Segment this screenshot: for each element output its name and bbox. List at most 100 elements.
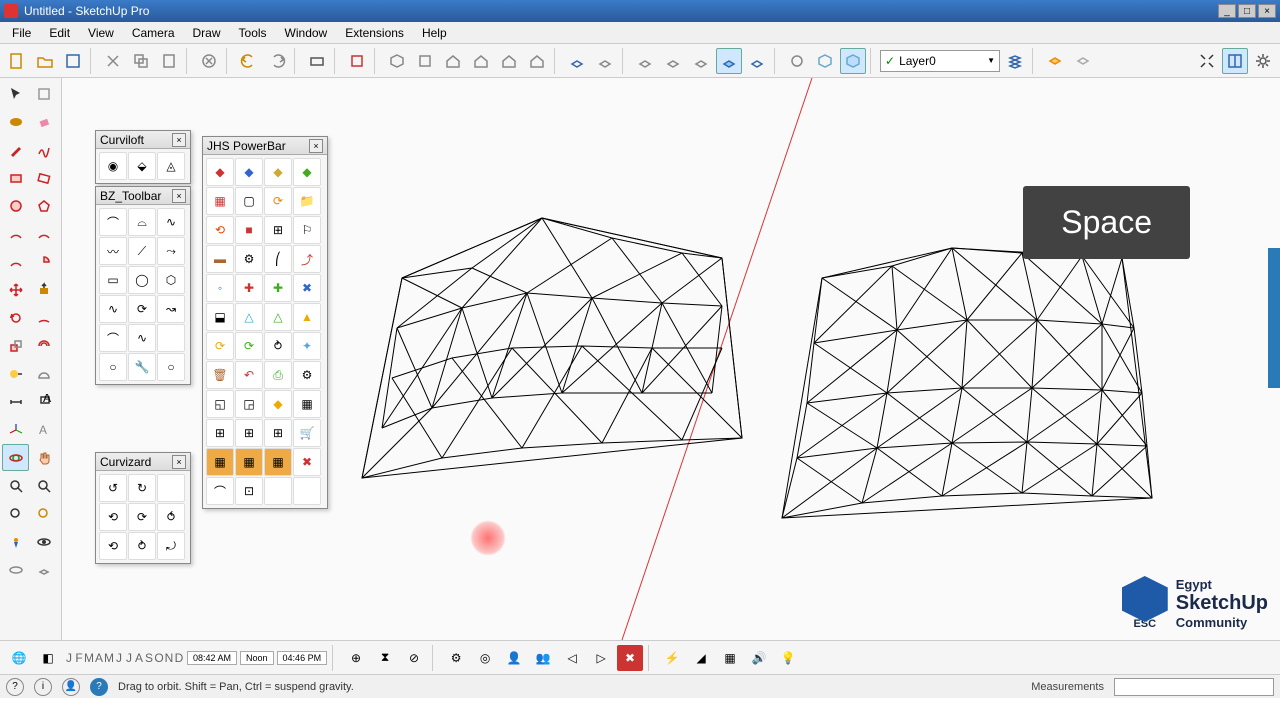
clock2-icon[interactable]: ⧗ — [372, 645, 398, 671]
section1-icon[interactable] — [632, 48, 658, 74]
bz-tool-icon[interactable]: ⟳ — [128, 295, 156, 323]
jhs-tool-icon[interactable]: ⟳ — [235, 332, 263, 360]
jhs-tool-icon[interactable]: ⊞ — [235, 419, 263, 447]
arc1-icon[interactable] — [2, 220, 29, 247]
bz-tool-icon[interactable]: ⟋ — [128, 237, 156, 265]
menu-file[interactable]: File — [4, 24, 39, 42]
dim-icon[interactable] — [2, 388, 29, 415]
jhs-tool-icon[interactable]: ⎛ — [264, 245, 292, 273]
clock3-icon[interactable]: ⊘ — [401, 645, 427, 671]
section-icon[interactable] — [30, 556, 57, 583]
tag1-icon[interactable] — [784, 48, 810, 74]
fog2-icon[interactable]: ◢ — [688, 645, 714, 671]
cv-tool-icon[interactable]: ⟳ — [128, 503, 156, 531]
layers-panel-icon[interactable] — [1042, 48, 1068, 74]
cv-tool-icon[interactable]: ↺ — [99, 474, 127, 502]
top-icon[interactable] — [468, 48, 494, 74]
bz-tool-icon[interactable]: ⌓ — [128, 208, 156, 236]
jhs-tool-icon[interactable]: ◆ — [264, 390, 292, 418]
prev-icon[interactable] — [30, 500, 57, 527]
anim1-icon[interactable]: ⚙ — [443, 645, 469, 671]
menu-camera[interactable]: Camera — [124, 24, 183, 42]
poly-icon[interactable] — [30, 192, 57, 219]
bz-tool-icon[interactable]: ↝ — [157, 295, 185, 323]
jhs-tool-icon[interactable]: 🛒 — [293, 419, 321, 447]
fog1-icon[interactable]: ⚡ — [659, 645, 685, 671]
position-icon[interactable] — [2, 528, 29, 555]
circle-icon[interactable] — [2, 192, 29, 219]
arc3-icon[interactable] — [2, 248, 29, 275]
jhs-tool-icon[interactable]: ⤴ — [293, 245, 321, 273]
jhs-tool-icon[interactable]: ◦ — [206, 274, 234, 302]
3dtext-icon[interactable]: A — [30, 416, 57, 443]
section4-icon[interactable] — [716, 48, 742, 74]
rect-icon[interactable] — [2, 164, 29, 191]
front-icon[interactable] — [412, 48, 438, 74]
stop-icon[interactable]: ✖ — [617, 645, 643, 671]
jhs-tool-icon[interactable]: ✖ — [293, 274, 321, 302]
jhs-tool-icon[interactable]: ◆ — [293, 158, 321, 186]
walk-icon[interactable] — [2, 556, 29, 583]
jhs-tool-icon[interactable]: ⚙ — [235, 245, 263, 273]
right-tab[interactable] — [1268, 248, 1280, 388]
jhs-tool-icon[interactable]: △ — [264, 303, 292, 331]
section3-icon[interactable] — [688, 48, 714, 74]
jhs-tool-icon[interactable]: ▬ — [206, 245, 234, 273]
undo-icon[interactable] — [236, 48, 262, 74]
component-icon[interactable] — [30, 80, 57, 107]
jhs-tool-icon[interactable]: ▦ — [293, 390, 321, 418]
tag3-icon[interactable] — [840, 48, 866, 74]
axes-icon[interactable] — [2, 416, 29, 443]
expand-icon[interactable] — [1194, 48, 1220, 74]
print-icon[interactable] — [304, 48, 330, 74]
menu-help[interactable]: Help — [414, 24, 455, 42]
jhs-tool-icon[interactable]: ⌒ — [206, 477, 234, 505]
jhs-tool-icon[interactable]: ⊞ — [206, 419, 234, 447]
zoomext-icon[interactable] — [30, 472, 57, 499]
settings-icon[interactable] — [1250, 48, 1276, 74]
jhs-tool-icon[interactable]: ■ — [235, 216, 263, 244]
back-icon[interactable] — [524, 48, 550, 74]
jhs-tool-icon[interactable]: ⚙ — [293, 361, 321, 389]
orbit-icon[interactable] — [2, 444, 29, 471]
bz-tool-icon[interactable]: 🔧 — [128, 353, 156, 381]
arc2-icon[interactable] — [30, 220, 57, 247]
panel-title[interactable]: Curvizard× — [96, 453, 190, 471]
anim2-icon[interactable]: ◎ — [472, 645, 498, 671]
save-icon[interactable] — [60, 48, 86, 74]
layers-off-icon[interactable] — [1070, 48, 1096, 74]
jhs-tool-icon[interactable]: ◆ — [206, 158, 234, 186]
jhs-tool-icon[interactable]: ⬓ — [206, 303, 234, 331]
jhs-tool-icon[interactable]: ▲ — [293, 303, 321, 331]
jhs-tool-icon[interactable]: ◱ — [206, 390, 234, 418]
style2-icon[interactable] — [592, 48, 618, 74]
jhs-tool-icon[interactable]: ▦ — [206, 187, 234, 215]
redo-icon[interactable] — [264, 48, 290, 74]
bz-tool-icon[interactable]: 〰 — [99, 237, 127, 265]
menu-view[interactable]: View — [80, 24, 122, 42]
info3-icon[interactable]: 👤 — [62, 678, 80, 696]
zoomwin-icon[interactable] — [2, 500, 29, 527]
move-icon[interactable] — [2, 276, 29, 303]
bz-tool-icon[interactable]: ⬡ — [157, 266, 185, 294]
scale-icon[interactable] — [2, 332, 29, 359]
bz-tool-icon[interactable] — [157, 324, 185, 352]
new-icon[interactable] — [4, 48, 30, 74]
jhs-tool-icon[interactable]: ⎙ — [264, 361, 292, 389]
paste-icon[interactable] — [156, 48, 182, 74]
jhs-tool-icon[interactable]: ⊞ — [264, 216, 292, 244]
curviloft-tool-icon[interactable]: ◉ — [99, 152, 127, 180]
cv-tool-icon[interactable]: ↻ — [128, 474, 156, 502]
close-icon[interactable]: × — [172, 455, 186, 469]
cv-tool-icon[interactable]: ⤾ — [157, 532, 185, 560]
freehand-icon[interactable] — [30, 136, 57, 163]
pushpull-icon[interactable] — [30, 276, 57, 303]
layer-selector[interactable]: ✓ Layer0 ▼ — [880, 50, 1000, 72]
bz-tool-icon[interactable]: ∿ — [157, 208, 185, 236]
curviloft-tool-icon[interactable]: ⬙ — [128, 152, 156, 180]
panel-title[interactable]: Curviloft× — [96, 131, 190, 149]
side-icon[interactable] — [496, 48, 522, 74]
iso-icon[interactable] — [384, 48, 410, 74]
copy-icon[interactable] — [128, 48, 154, 74]
protractor-icon[interactable] — [30, 360, 57, 387]
